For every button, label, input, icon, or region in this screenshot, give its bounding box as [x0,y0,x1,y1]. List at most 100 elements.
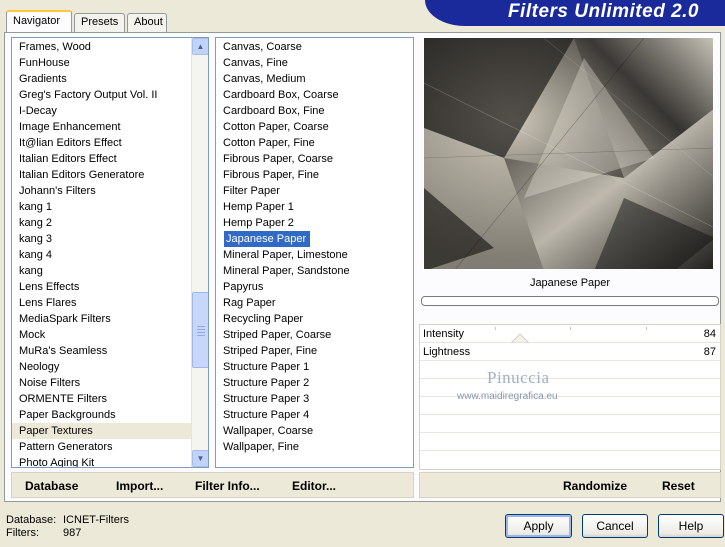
cancel-button[interactable]: Cancel [582,514,648,538]
intensity-value: 84 [703,328,716,340]
filter-list-item[interactable]: Striped Paper, Fine [216,343,413,359]
category-list[interactable]: Frames, Wood FunHouse Gradients Greg's Fact… [11,37,209,468]
selected-filter-name: Japanese Paper [529,277,611,289]
apply-label: Apply [523,519,554,533]
filter-list-item[interactable]: Cardboard Box, Coarse [216,87,413,103]
randomize-button[interactable]: Randomize [563,477,627,495]
category-list-item[interactable]: kang 4 [12,247,193,263]
reset-button[interactable]: Reset [662,477,695,495]
preview-image [423,37,714,270]
filter-info-label: Filter Info... [195,479,260,493]
database-button[interactable]: Database [25,477,78,495]
category-list-item[interactable]: kang 3 [12,231,193,247]
filter-list-item[interactable]: Rag Paper [216,295,413,311]
category-list-item[interactable]: Frames, Wood [12,39,193,55]
filter-list-item[interactable]: Hemp Paper 1 [216,199,413,215]
help-label: Help [678,519,704,533]
filter-list-item[interactable]: Cotton Paper, Coarse [216,119,413,135]
category-list-item[interactable]: Neology [12,359,193,375]
category-list-items: Frames, Wood FunHouse Gradients Greg's Fact… [12,39,193,467]
category-list-item[interactable]: Photo Aging Kit [12,455,193,467]
filter-list-item[interactable]: Recycling Paper [216,311,413,327]
tab-about-label: About [134,16,163,28]
editor-button[interactable]: Editor... [292,477,336,495]
scroll-up-icon[interactable]: ▲ [192,38,208,55]
category-list-item[interactable]: It@lian Editors Effect [12,135,193,151]
filter-list-item[interactable]: Fibrous Paper, Fine [216,167,413,183]
filter-list-item[interactable]: Striped Paper, Coarse [216,327,413,343]
category-list-item[interactable]: Paper Textures [12,423,193,439]
app-title: Filters Unlimited 2.0 [507,1,699,22]
filter-list-item[interactable]: Cardboard Box, Fine [216,103,413,119]
category-list-item[interactable]: Lens Flares [12,295,193,311]
category-list-item[interactable]: Mock [12,327,193,343]
slider-empty-1 [420,361,720,379]
category-list-item[interactable]: MuRa's Seamless [12,343,193,359]
filter-list-item[interactable]: Structure Paper 3 [216,391,413,407]
filter-list-item[interactable]: Wallpaper, Coarse [216,423,413,439]
help-button[interactable]: Help [658,514,724,538]
category-list-item[interactable]: Noise Filters [12,375,193,391]
filter-list-item[interactable]: Hemp Paper 2 [216,215,413,231]
category-list-item[interactable]: kang [12,263,193,279]
database-label: Database [25,479,79,493]
filter-list-item[interactable]: Canvas, Medium [216,71,413,87]
apply-button[interactable]: Apply [505,514,572,538]
database-info-label: Database: [6,514,57,526]
slider-empty-5 [420,433,720,451]
filters-unlimited-dialog: Navigator Presets About Filters Unlimite… [0,0,725,547]
scroll-thumb[interactable] [192,292,208,368]
slider-lightness[interactable]: Lightness 87 [420,343,720,361]
category-list-item[interactable]: Pattern Generators [12,439,193,455]
category-list-item[interactable]: Greg's Factory Output Vol. II [12,87,193,103]
database-info-value: ICNET-Filters [63,514,129,526]
filter-list-item[interactable]: Structure Paper 1 [216,359,413,375]
filter-list-item[interactable]: Cotton Paper, Fine [216,135,413,151]
filter-list-item[interactable]: Mineral Paper, Limestone [216,247,413,263]
filter-list[interactable]: Canvas, Coarse Canvas, Fine Canvas, Medium… [215,37,414,468]
slider-empty-6 [420,451,720,469]
category-list-item[interactable]: MediaSpark Filters [12,311,193,327]
filter-list-item[interactable]: Structure Paper 4 [216,407,413,423]
tab-navigator-label: Navigator [13,15,61,27]
category-scrollbar[interactable]: ▲ ▼ [191,38,208,467]
tab-about[interactable]: About [127,13,167,32]
filter-list-item[interactable]: Mineral Paper, Sandstone [216,263,413,279]
category-list-item[interactable]: I-Decay [12,103,193,119]
category-list-item[interactable]: kang 1 [12,199,193,215]
lightness-label: Lightness [423,346,471,358]
category-list-item[interactable]: Gradients [12,71,193,87]
filter-list-item[interactable]: Wallpaper, Fine [216,439,413,455]
category-list-item[interactable]: Italian Editors Generatore [12,167,193,183]
watermark-site: www.maidiregrafica.eu [457,391,558,402]
filter-list-item[interactable]: Structure Paper 2 [216,375,413,391]
category-list-item[interactable]: Johann's Filters [12,183,193,199]
filter-list-item[interactable]: Canvas, Fine [216,55,413,71]
category-list-item[interactable]: ORMENTE Filters [12,391,193,407]
filter-list-item[interactable]: Canvas, Coarse [216,39,413,55]
slider-intensity[interactable]: Intensity 84 [420,325,720,343]
filter-list-item[interactable]: Fibrous Paper, Coarse [216,151,413,167]
category-list-item[interactable]: Paper Backgrounds [12,407,193,423]
filter-list-item[interactable]: Papyrus [216,279,413,295]
filter-info-button[interactable]: Filter Info... [195,477,260,495]
category-list-item[interactable]: Image Enhancement [12,119,193,135]
intensity-label: Intensity [423,328,464,340]
filters-count-label: Filters: [6,527,39,539]
category-list-item[interactable]: Italian Editors Effect [12,151,193,167]
texture-preview [424,38,713,269]
import-button[interactable]: Import... [116,477,163,495]
slider-empty-4 [420,415,720,433]
filter-list-item[interactable]: Filter Paper [216,183,413,199]
category-list-item[interactable]: kang 2 [12,215,193,231]
category-list-item[interactable]: FunHouse [12,55,193,71]
progress-bar [421,296,719,306]
intensity-slider-thumb-icon[interactable] [511,333,529,343]
filter-list-item[interactable]: Japanese Paper [224,231,311,247]
category-list-item[interactable]: Lens Effects [12,279,193,295]
scroll-down-icon[interactable]: ▼ [192,450,208,467]
tab-presets[interactable]: Presets [74,13,125,32]
tab-navigator[interactable]: Navigator [6,10,72,32]
watermark-name: Pinuccia [487,368,550,387]
filters-count-value: 987 [63,527,82,539]
